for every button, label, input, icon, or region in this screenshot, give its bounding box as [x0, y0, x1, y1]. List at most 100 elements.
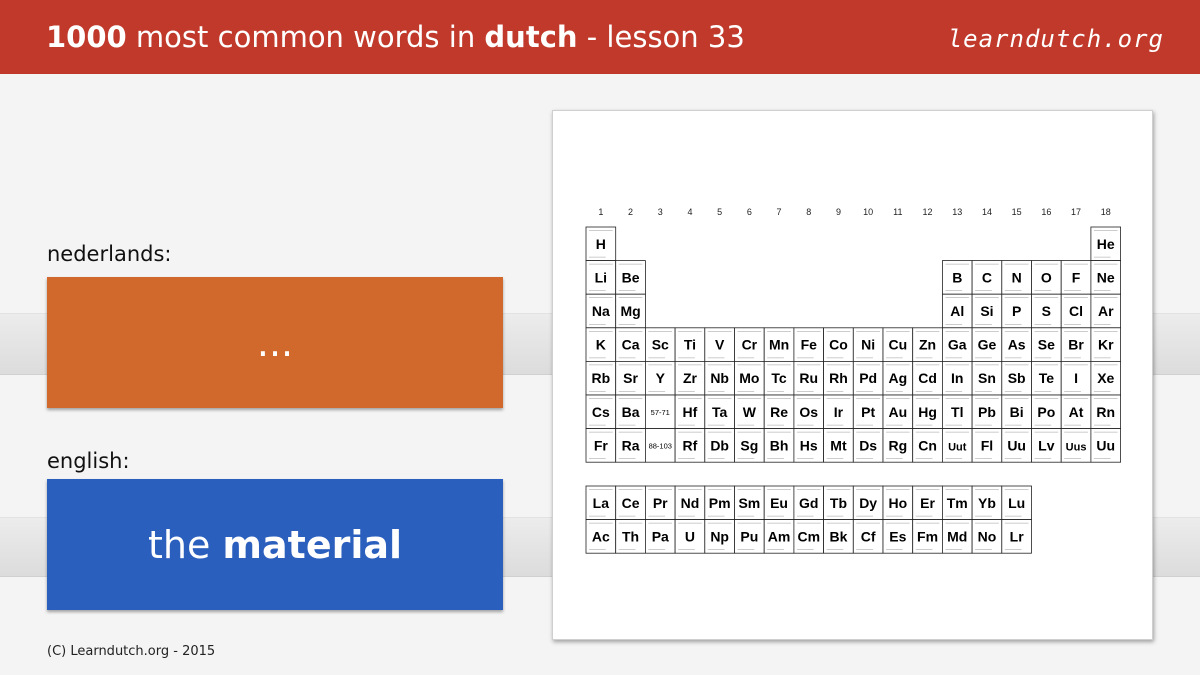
element-symbol: Ir [834, 404, 844, 420]
element-symbol: Rh [829, 370, 848, 386]
group-number: 16 [1041, 207, 1051, 217]
english-card: the material [47, 479, 503, 610]
group-number: 15 [1012, 207, 1022, 217]
element-symbol: As [1008, 337, 1026, 353]
element-symbol: Cl [1069, 303, 1083, 319]
group-number: 12 [923, 207, 933, 217]
element-symbol: Rf [683, 437, 698, 453]
element-symbol: Mg [620, 303, 640, 319]
group-number: 5 [717, 207, 722, 217]
element-symbol: Ru [799, 370, 818, 386]
element-symbol: Sn [978, 370, 996, 386]
element-symbol: I [1074, 370, 1078, 386]
title-mid: most common words in [126, 20, 485, 54]
element-symbol: Si [980, 303, 993, 319]
lanthanide-symbol: La [593, 495, 610, 511]
group-number: 1 [598, 207, 603, 217]
group-number: 2 [628, 207, 633, 217]
element-symbol: Ga [948, 337, 967, 353]
title-count: 1000 [46, 20, 127, 54]
element-symbol: K [596, 337, 606, 353]
element-symbol: 57-71 [651, 408, 670, 417]
actinide-symbol: Np [710, 528, 729, 544]
actinide-symbol: Ac [592, 528, 610, 544]
lanthanide-symbol: Ho [889, 495, 908, 511]
element-symbol: Y [656, 370, 666, 386]
element-symbol: Sc [652, 337, 669, 353]
element-symbol: W [743, 404, 757, 420]
actinide-symbol: Es [889, 528, 906, 544]
element-symbol: Nb [710, 370, 729, 386]
group-number: 11 [893, 207, 902, 217]
element-symbol: Cr [742, 337, 758, 353]
group-number: 9 [836, 207, 841, 217]
element-symbol: Li [595, 269, 607, 285]
group-number: 7 [777, 207, 782, 217]
group-number: 17 [1071, 207, 1081, 217]
copyright-footer: (C) Learndutch.org - 2015 [47, 644, 216, 659]
element-symbol: Fe [801, 337, 818, 353]
group-number: 4 [687, 207, 692, 217]
group-number: 3 [658, 207, 663, 217]
lanthanide-symbol: Nd [681, 495, 700, 511]
group-number: 13 [952, 207, 962, 217]
element-symbol: Mn [769, 337, 789, 353]
element-symbol: Rg [889, 437, 908, 453]
element-symbol: Xe [1097, 370, 1114, 386]
element-symbol: Sb [1008, 370, 1026, 386]
element-symbol: Ra [622, 437, 640, 453]
element-symbol: Fr [594, 437, 609, 453]
element-symbol: Tc [771, 370, 787, 386]
actinide-symbol: Lr [1010, 528, 1025, 544]
element-symbol: At [1069, 404, 1084, 420]
english-label: english: [47, 449, 130, 473]
lanthanide-symbol: Pr [653, 495, 668, 511]
element-symbol: O [1041, 269, 1052, 285]
element-symbol: Cd [918, 370, 937, 386]
element-symbol: Ba [622, 404, 640, 420]
english-article: the [147, 522, 223, 567]
element-symbol: S [1042, 303, 1051, 319]
element-symbol: Ne [1097, 269, 1115, 285]
actinide-symbol: U [685, 528, 695, 544]
element-symbol: Os [799, 404, 818, 420]
element-symbol: F [1072, 269, 1081, 285]
element-symbol: Be [622, 269, 640, 285]
lanthanide-symbol: Sm [738, 495, 760, 511]
element-symbol: Bh [770, 437, 789, 453]
lanthanide-symbol: Pm [709, 495, 731, 511]
element-symbol: Cu [889, 337, 908, 353]
element-symbol: Fl [981, 437, 993, 453]
element-symbol: Hf [683, 404, 698, 420]
element-symbol: Kr [1098, 337, 1114, 353]
actinide-symbol: Cm [797, 528, 820, 544]
actinide-symbol: Md [947, 528, 967, 544]
lanthanide-symbol: Yb [978, 495, 996, 511]
element-symbol: Ta [712, 404, 728, 420]
element-symbol: Po [1037, 404, 1055, 420]
periodic-table: 1 2 3 4 5 6 7 8 9 10 11 12 13 14 15 16 17 18H HeLi Be B C N O F N… [585, 207, 1122, 554]
element-symbol: Re [770, 404, 788, 420]
actinide-symbol: Pu [740, 528, 758, 544]
dutch-label: nederlands: [47, 242, 172, 266]
actinide-symbol: Th [622, 528, 639, 544]
element-symbol: Te [1039, 370, 1055, 386]
element-symbol: In [951, 370, 963, 386]
element-symbol: Rb [592, 370, 611, 386]
element-symbol: Mt [830, 437, 847, 453]
element-symbol: Br [1068, 337, 1084, 353]
dutch-card: ... [47, 277, 503, 408]
actinide-symbol: Fm [917, 528, 938, 544]
element-symbol: Pd [859, 370, 877, 386]
element-symbol: Ag [889, 370, 908, 386]
group-number: 10 [863, 207, 873, 217]
group-number: 8 [806, 207, 811, 217]
element-symbol: Uus [1066, 441, 1087, 453]
actinide-symbol: Cf [861, 528, 876, 544]
element-symbol: Tl [951, 404, 963, 420]
group-number: 18 [1101, 207, 1111, 217]
header-bar: 1000 most common words in dutch - lesson… [0, 0, 1200, 74]
element-symbol: Bi [1010, 404, 1024, 420]
periodic-table-image: 1 2 3 4 5 6 7 8 9 10 11 12 13 14 15 16 17 18 H He Li Be B C N O F N… [552, 110, 1153, 640]
site-logo[interactable]: learndutch.org [948, 22, 1164, 56]
